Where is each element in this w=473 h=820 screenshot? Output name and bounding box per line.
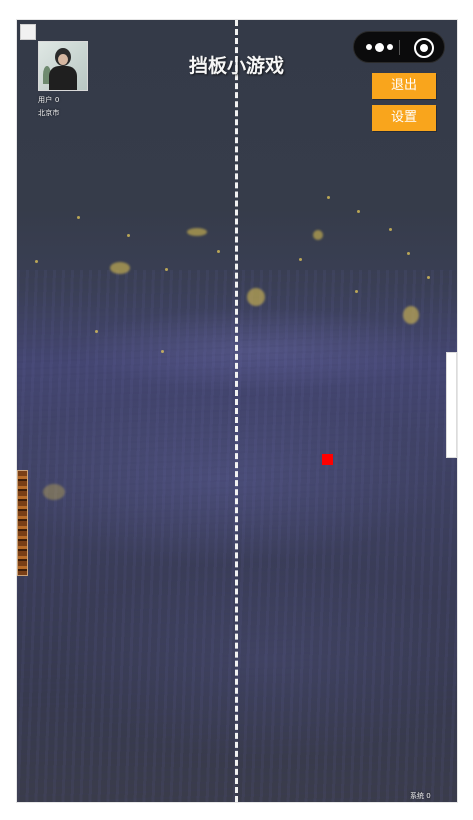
player-score: 用户 0 xyxy=(38,96,60,104)
bokeh-light xyxy=(313,230,323,240)
player-paddle[interactable] xyxy=(17,470,28,576)
mini-program-capsule xyxy=(353,31,445,63)
bokeh-light xyxy=(110,262,130,274)
bokeh-light xyxy=(247,288,265,306)
bokeh-light xyxy=(43,484,65,500)
system-score: 系统 0 xyxy=(410,792,431,800)
center-net xyxy=(235,20,238,802)
settings-button[interactable]: 设置 xyxy=(372,105,436,131)
bokeh-light xyxy=(403,306,419,324)
more-dots-icon[interactable] xyxy=(366,32,393,62)
small-square-icon xyxy=(20,24,36,40)
capsule-divider xyxy=(399,40,400,55)
exit-button[interactable]: 退出 xyxy=(372,73,436,99)
system-paddle xyxy=(446,352,457,458)
bokeh-light xyxy=(187,228,207,236)
target-circle-icon[interactable] xyxy=(414,38,434,58)
player-location: 北京市 xyxy=(38,109,60,117)
ball xyxy=(322,454,333,465)
